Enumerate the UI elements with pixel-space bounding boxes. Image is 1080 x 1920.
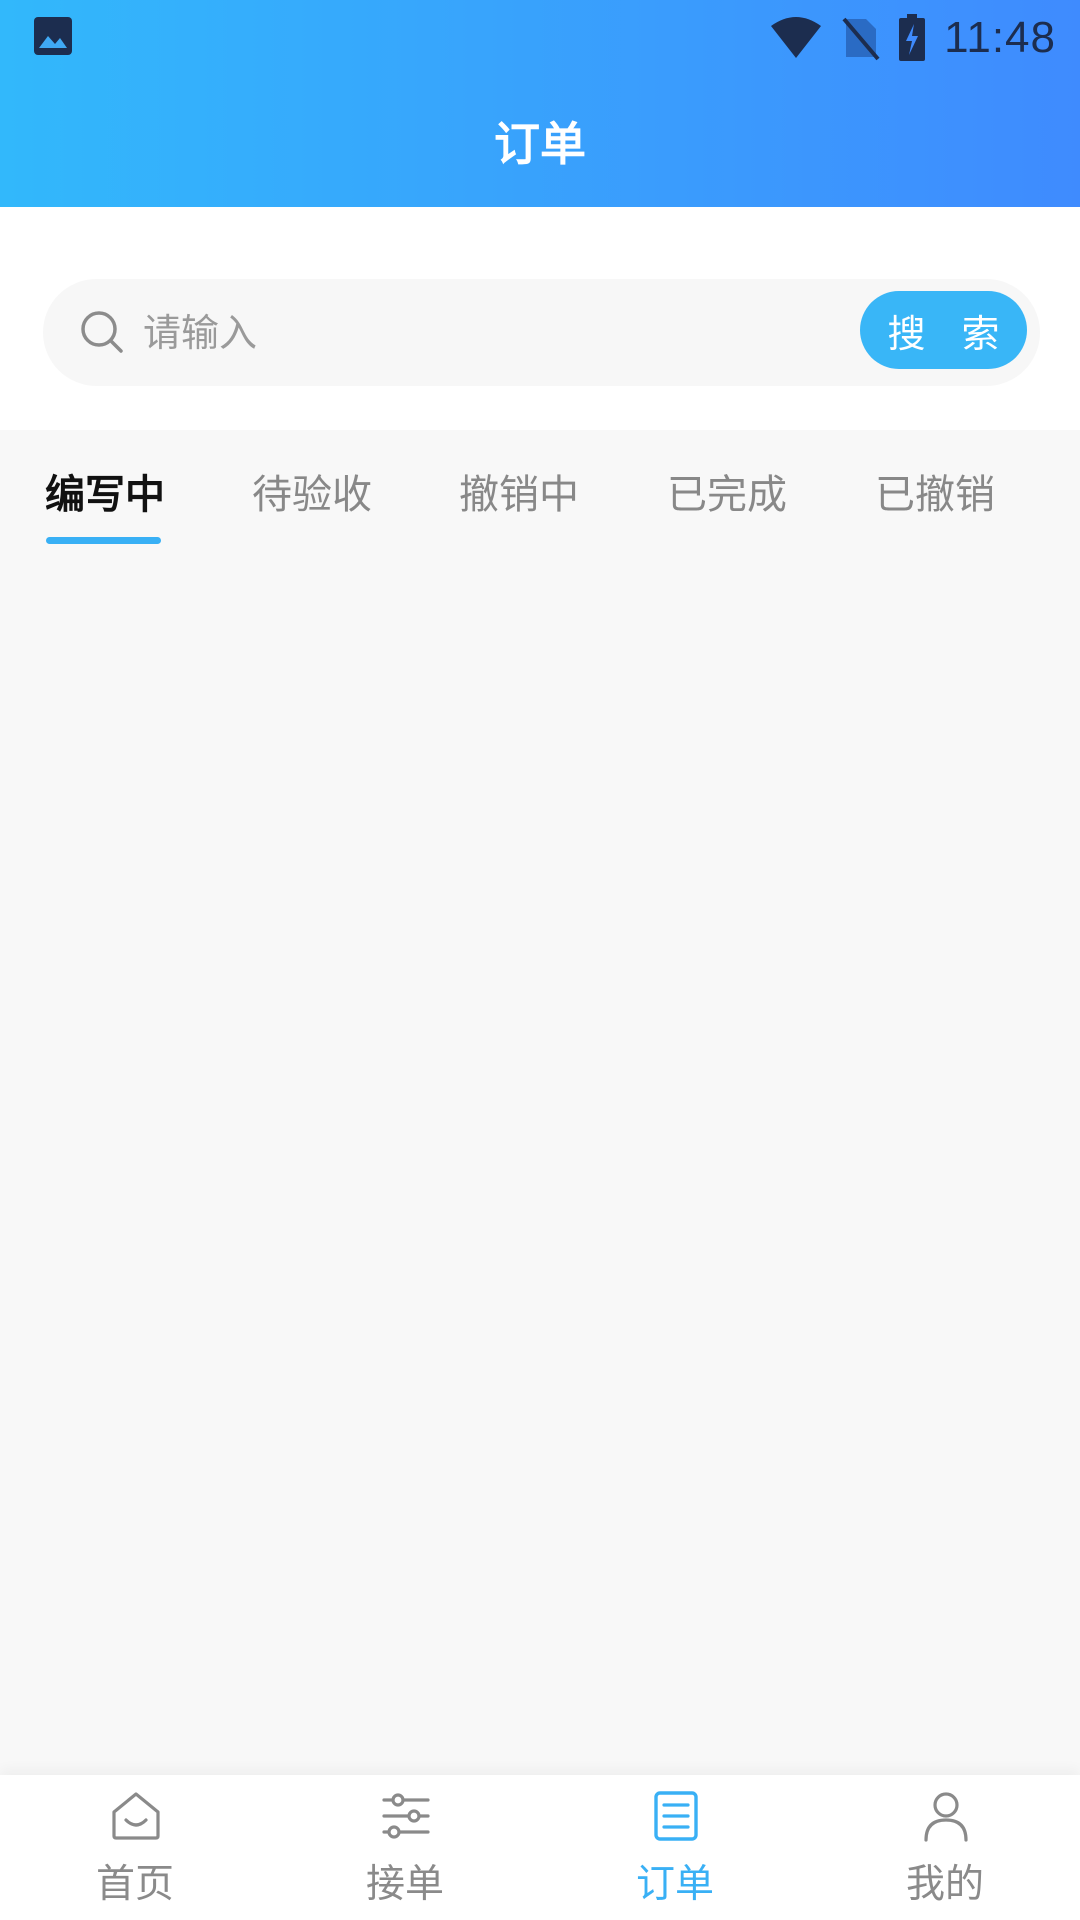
battery-charging-icon bbox=[899, 14, 926, 61]
tab-revoking[interactable]: 撤销中 bbox=[459, 462, 579, 520]
nav-label-take-orders: 接单 bbox=[365, 1862, 444, 1907]
nav-item-take-orders[interactable]: 接单 bbox=[270, 1775, 540, 1920]
nav-label-home: 首页 bbox=[95, 1862, 174, 1907]
nav-item-orders[interactable]: 订单 bbox=[540, 1775, 810, 1920]
page-title: 订单 bbox=[494, 117, 586, 171]
active-tab-indicator bbox=[46, 537, 161, 544]
search-input[interactable] bbox=[143, 301, 743, 365]
tab-completed[interactable]: 已完成 bbox=[667, 462, 787, 520]
bottom-navigation: 首页 接单 订单 我的 bbox=[0, 1775, 1080, 1920]
status-bar: 11:48 bbox=[0, 0, 1080, 75]
search-button[interactable]: 搜 索 bbox=[860, 291, 1027, 369]
nav-label-profile: 我的 bbox=[905, 1862, 984, 1907]
nav-label-orders: 订单 bbox=[635, 1862, 714, 1907]
search-box: 搜 索 bbox=[43, 279, 1040, 386]
tab-pending-acceptance[interactable]: 待验收 bbox=[252, 462, 372, 520]
profile-icon bbox=[924, 1792, 968, 1842]
search-area: 搜 索 bbox=[0, 207, 1080, 430]
sliders-icon bbox=[382, 1793, 430, 1839]
no-sim-icon bbox=[842, 17, 880, 61]
tab-revoked[interactable]: 已撤销 bbox=[875, 462, 995, 520]
tab-writing[interactable]: 编写中 bbox=[45, 462, 165, 520]
nav-item-profile[interactable]: 我的 bbox=[810, 1775, 1080, 1920]
order-status-tabs: 编写中 待验收 撤销中 已完成 已撤销 bbox=[0, 430, 1080, 550]
app-header: 11:48 订单 bbox=[0, 0, 1080, 207]
status-time: 11:48 bbox=[944, 13, 1056, 62]
wifi-icon bbox=[771, 17, 822, 58]
search-icon bbox=[81, 311, 123, 353]
status-icons: 11:48 bbox=[770, 8, 1056, 68]
nav-item-home[interactable]: 首页 bbox=[0, 1775, 270, 1920]
gallery-notification-icon bbox=[34, 17, 72, 55]
home-icon bbox=[112, 1792, 160, 1840]
order-list-icon bbox=[654, 1791, 698, 1841]
order-list-area[interactable] bbox=[0, 550, 1080, 1775]
